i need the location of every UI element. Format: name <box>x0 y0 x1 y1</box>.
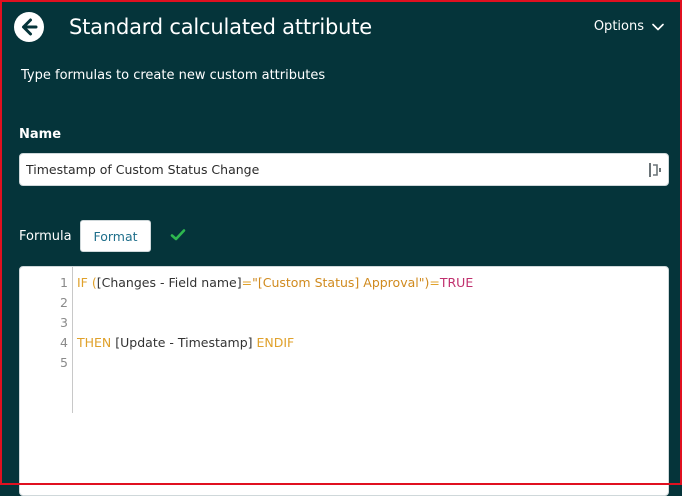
line-number-gutter: 1 2 3 4 5 <box>20 267 73 413</box>
keyword-then: THEN <box>77 335 112 350</box>
formula-label: Formula <box>19 229 72 244</box>
string-literal: "[Custom Status] Approval") <box>252 275 430 290</box>
field-ref: [Changes - Field name] <box>96 275 242 290</box>
operator-equals: = <box>241 275 253 290</box>
line-number: 5 <box>60 355 68 370</box>
line-number: 4 <box>60 335 68 350</box>
name-input[interactable] <box>20 154 640 185</box>
keyword-if: IF <box>77 275 88 290</box>
name-field-container <box>19 153 669 186</box>
formula-editor[interactable]: 1 2 3 4 5 IF ([Changes - Field name]="[C… <box>19 266 669 496</box>
code-line-4: THEN [Update - Timestamp] ENDIF <box>77 333 294 353</box>
keyword-endif: ENDIF <box>256 335 295 350</box>
options-menu-button[interactable]: Options <box>594 18 664 36</box>
paren-open: ( <box>87 275 97 290</box>
options-label: Options <box>593 19 644 34</box>
arrow-left-circle-icon <box>14 12 44 42</box>
back-button[interactable] <box>13 11 45 43</box>
line-number: 2 <box>60 295 68 310</box>
page-subtitle: Type formulas to create new custom attri… <box>21 68 326 83</box>
chevron-down-icon <box>652 23 664 31</box>
field-ref: [Update - Timestamp] <box>111 335 257 350</box>
boolean-literal: TRUE <box>439 275 474 290</box>
code-line-1: IF ([Changes - Field name]="[Custom Stat… <box>77 273 473 293</box>
operator-equals: = <box>429 275 440 290</box>
page-title: Standard calculated attribute <box>69 15 372 39</box>
field-picker-icon[interactable] <box>648 162 662 178</box>
format-button[interactable]: Format <box>80 220 151 252</box>
checkmark-icon <box>170 229 186 241</box>
line-number: 1 <box>60 275 68 290</box>
name-label: Name <box>19 127 62 142</box>
line-number: 3 <box>60 315 68 330</box>
